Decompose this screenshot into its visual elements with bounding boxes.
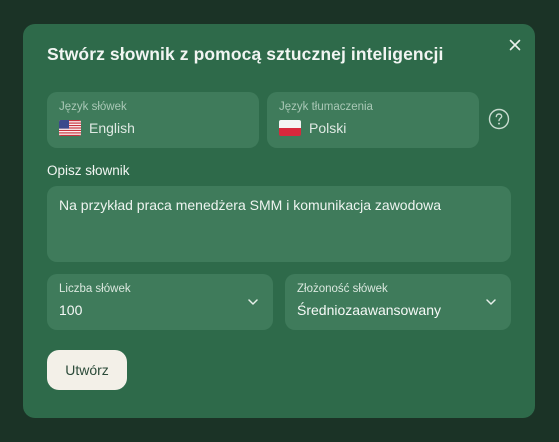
create-button[interactable]: Utwórz	[47, 350, 127, 390]
pl-flag-icon	[279, 120, 301, 136]
translation-language-value: Polski	[309, 120, 347, 136]
complexity-select[interactable]: Złożoność słówek Średniozaawansowany	[285, 274, 511, 330]
description-label: Opisz słownik	[47, 163, 130, 178]
translation-language-select[interactable]: Język tłumaczenia Polski	[267, 92, 479, 148]
dialog-title: Stwórz słownik z pomocą sztucznej inteli…	[47, 44, 444, 64]
word-language-select[interactable]: Język słówek English	[47, 92, 259, 148]
translation-language-value-wrap: Polski	[279, 120, 346, 136]
word-language-value-wrap: English	[59, 120, 135, 136]
word-language-value: English	[89, 120, 135, 136]
word-count-label: Liczba słówek	[59, 283, 131, 295]
complexity-value: Średniozaawansowany	[297, 302, 441, 318]
us-flag-icon	[59, 120, 81, 136]
description-textarea[interactable]: Na przykład praca menedżera SMM i komuni…	[47, 186, 511, 262]
chevron-down-icon	[486, 299, 496, 305]
complexity-label: Złożoność słówek	[297, 283, 388, 295]
translation-language-label: Język tłumaczenia	[279, 101, 373, 113]
word-language-label: Język słówek	[59, 101, 127, 113]
help-icon[interactable]	[488, 108, 510, 130]
close-icon[interactable]	[507, 37, 523, 53]
ai-dictionary-dialog: Stwórz słownik z pomocą sztucznej inteli…	[23, 24, 535, 418]
word-count-value: 100	[59, 302, 83, 318]
word-count-select[interactable]: Liczba słówek 100	[47, 274, 273, 330]
chevron-down-icon	[248, 299, 258, 305]
